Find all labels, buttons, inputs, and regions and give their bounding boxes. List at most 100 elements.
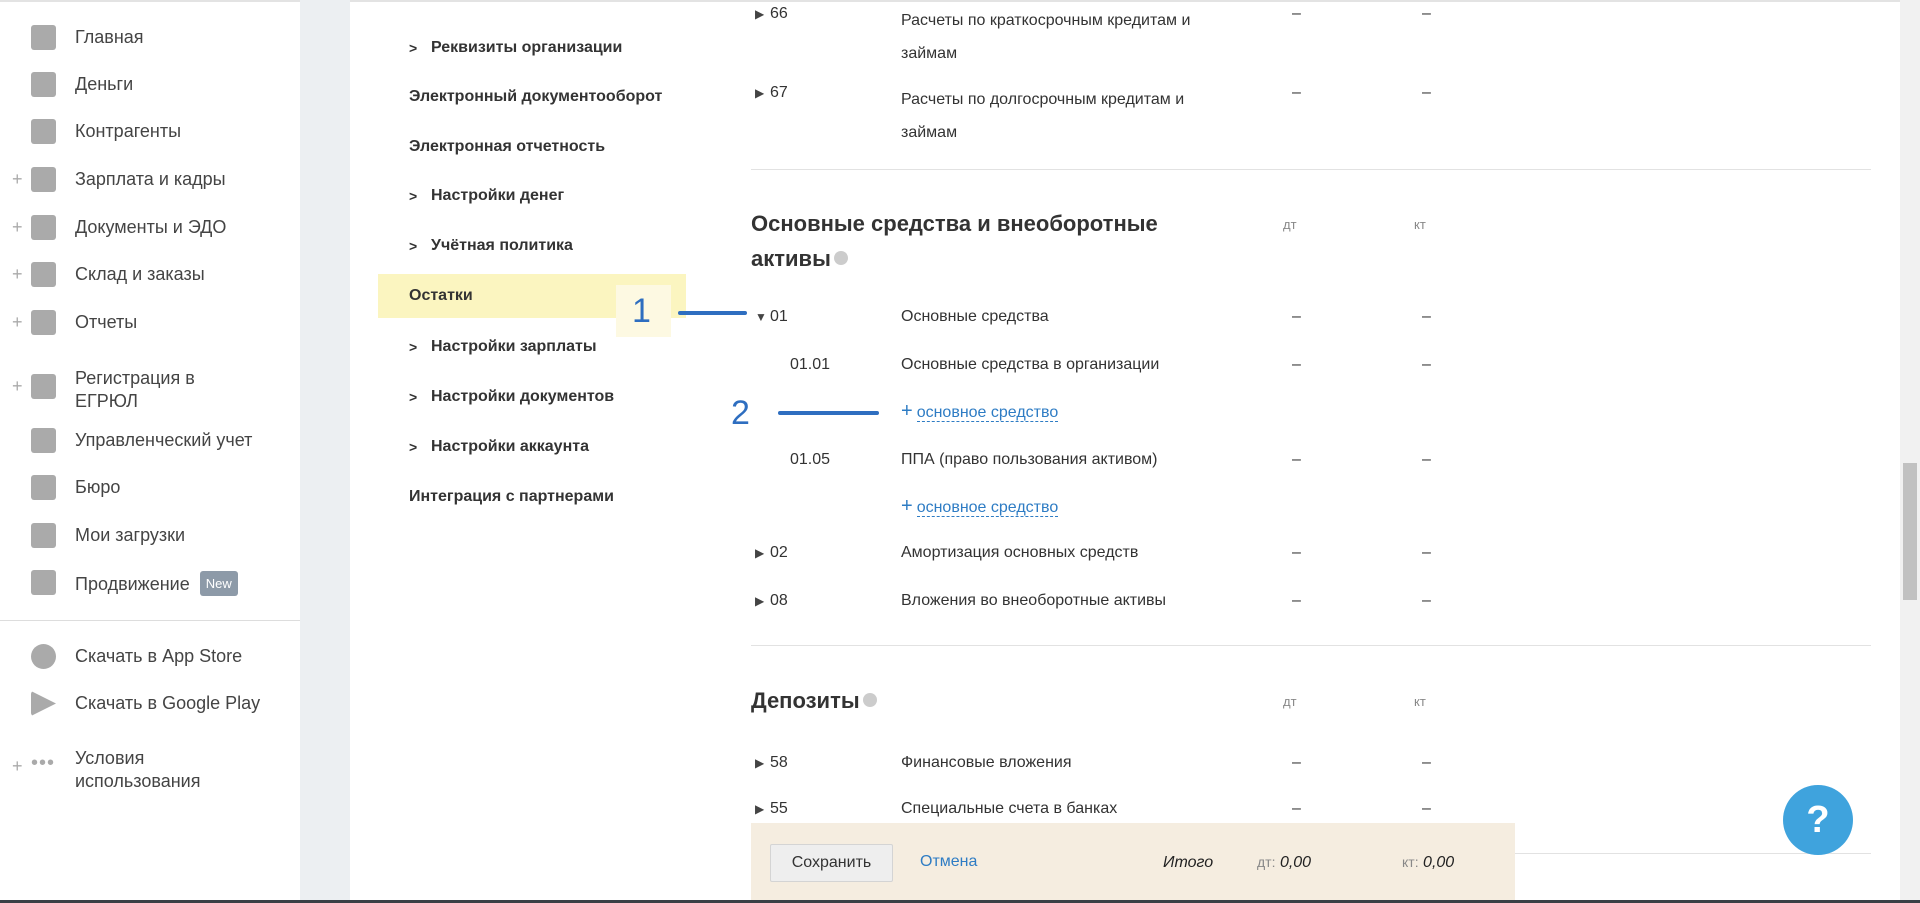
- account-name-cont: займам: [901, 45, 958, 62]
- account-row[interactable]: ▶ 66 Расчеты по краткосрочным кредитам и за…: [751, 4, 1871, 62]
- subaccount-row[interactable]: 01.01 Основные средства в организации – –: [751, 355, 1871, 379]
- nav-item-home[interactable]: Главная: [0, 17, 300, 57]
- report-icon: [31, 310, 56, 335]
- annotation-2: 2: [731, 394, 750, 432]
- expand-icon[interactable]: ▶: [755, 4, 764, 24]
- more-icon: •••: [31, 752, 56, 774]
- cancel-link[interactable]: Отмена: [920, 853, 977, 871]
- settings-item-requisites[interactable]: > Реквизиты организации: [409, 38, 622, 58]
- divider: [751, 169, 1871, 170]
- annotation-line-2: [778, 411, 879, 415]
- expand-icon[interactable]: ▶: [755, 83, 764, 103]
- plus-icon: +: [901, 495, 913, 517]
- plus-icon[interactable]: +: [12, 207, 23, 247]
- chevron-right-icon: >: [409, 238, 418, 254]
- chart-icon: [31, 570, 56, 595]
- add-fixed-asset-link[interactable]: + основное средство: [901, 400, 1059, 423]
- nav-item-contractors[interactable]: Контрагенты: [0, 111, 300, 151]
- expand-icon[interactable]: ▶: [755, 543, 764, 563]
- settings-item-edo[interactable]: Электронный документооборот: [409, 87, 662, 107]
- top-border: [0, 0, 1920, 2]
- nav-item-app-store[interactable]: Скачать в App Store: [0, 636, 300, 676]
- expand-icon[interactable]: ▶: [755, 799, 764, 819]
- settings-item-salary[interactable]: > Настройки зарплаты: [409, 337, 597, 357]
- column-dt: дт: [1283, 694, 1297, 709]
- account-row[interactable]: ▶ 08 Вложения во внеоборотные активы – –: [751, 591, 1871, 615]
- nav-item-warehouse[interactable]: + Склад и заказы: [0, 254, 300, 294]
- plus-icon[interactable]: +: [12, 366, 23, 406]
- account-row[interactable]: ▶ 67 Расчеты по долгосрочным кредитам и зай…: [751, 83, 1871, 141]
- info-icon[interactable]: [862, 693, 877, 707]
- google-play-icon: [31, 691, 56, 716]
- briefcase-icon: [31, 475, 56, 500]
- scrollbar-thumb[interactable]: [1903, 463, 1917, 600]
- nav-label: Продвижение: [75, 574, 190, 594]
- column-dt: дт: [1283, 217, 1297, 232]
- home-icon: [31, 25, 56, 50]
- chevron-right-icon: >: [409, 439, 418, 455]
- nav-item-money[interactable]: Деньги: [0, 64, 300, 104]
- subaccount-row[interactable]: 01.05 ППА (право пользования активом) – –: [751, 450, 1871, 474]
- annotation-1: 1: [632, 292, 651, 330]
- plus-icon[interactable]: +: [12, 302, 23, 342]
- info-icon[interactable]: [833, 251, 848, 265]
- account-name: Расчеты по краткосрочным кредитам и: [901, 12, 1191, 29]
- total-kt: кт: 0,00: [1402, 854, 1455, 871]
- registration-icon: [31, 374, 56, 399]
- plus-icon[interactable]: +: [12, 159, 23, 199]
- settings-item-balances[interactable]: Остатки: [409, 286, 473, 306]
- settings-item-account[interactable]: > Настройки аккаунта: [409, 437, 589, 457]
- section-title-deposits: Депозиты: [751, 683, 877, 718]
- folder-icon: [31, 215, 56, 240]
- nav-item-registration[interactable]: + Регистрация в ЕГРЮЛ: [0, 358, 300, 414]
- annotation-line-1: [678, 311, 747, 315]
- account-row[interactable]: ▶ 02 Амортизация основных средств – –: [751, 543, 1871, 567]
- divider: [751, 645, 1871, 646]
- nav-item-promotion[interactable]: Продвижение New: [0, 562, 300, 602]
- wallet-icon: [31, 167, 56, 192]
- chevron-right-icon: >: [409, 40, 418, 56]
- plus-icon[interactable]: +: [12, 254, 23, 294]
- contractor-icon: [31, 119, 56, 144]
- save-button[interactable]: Сохранить: [770, 844, 893, 882]
- chevron-right-icon: >: [409, 339, 418, 355]
- expand-icon[interactable]: ▶: [755, 591, 764, 611]
- help-button[interactable]: ?: [1783, 785, 1853, 855]
- expand-icon[interactable]: ▶: [755, 753, 764, 773]
- collapse-icon[interactable]: ▼: [755, 307, 767, 327]
- settings-item-money[interactable]: > Настройки денег: [409, 186, 564, 206]
- settings-item-documents[interactable]: > Настройки документов: [409, 387, 614, 407]
- nav-item-terms[interactable]: + ••• Условия использования: [0, 738, 300, 794]
- account-row[interactable]: ▼ 01 Основные средства – –: [751, 307, 1871, 331]
- column-kt: кт: [1414, 217, 1426, 232]
- nav-item-downloads[interactable]: Мои загрузки: [0, 515, 300, 555]
- account-row[interactable]: ▶ 55 Специальные счета в банках – –: [751, 799, 1871, 823]
- new-badge: New: [199, 571, 238, 596]
- nav-item-bureau[interactable]: Бюро: [0, 467, 300, 507]
- plus-icon[interactable]: +: [12, 746, 23, 786]
- settings-item-integration[interactable]: Интеграция с партнерами: [409, 487, 614, 507]
- settings-item-policy[interactable]: > Учётная политика: [409, 236, 573, 256]
- nav-item-reports[interactable]: + Отчеты: [0, 302, 300, 342]
- ruble-icon: [31, 428, 56, 453]
- nav-item-management[interactable]: Управленческий учет: [0, 420, 300, 460]
- cart-icon: [31, 262, 56, 287]
- apple-icon: [31, 644, 56, 669]
- nav-item-google-play[interactable]: Скачать в Google Play: [0, 683, 300, 723]
- account-name-cont: займам: [901, 124, 958, 141]
- account-name: Расчеты по долгосрочным кредитам и: [901, 91, 1185, 108]
- money-icon: [31, 72, 56, 97]
- add-fixed-asset-link[interactable]: + основное средство: [901, 495, 1059, 518]
- chevron-right-icon: >: [409, 389, 418, 405]
- total-dt: дт: 0,00: [1257, 854, 1312, 871]
- nav-item-salary[interactable]: + Зарплата и кадры: [0, 159, 300, 199]
- nav-item-documents[interactable]: + Документы и ЭДО: [0, 207, 300, 247]
- settings-item-reporting[interactable]: Электронная отчетность: [409, 137, 605, 157]
- column-kt: кт: [1414, 694, 1426, 709]
- plus-icon: +: [901, 400, 913, 422]
- folder-icon: [31, 523, 56, 548]
- scrollbar[interactable]: [1900, 0, 1920, 900]
- gutter: [300, 0, 350, 903]
- account-row[interactable]: ▶ 58 Финансовые вложения – –: [751, 753, 1871, 777]
- section-title-fixed-assets: Основные средства и внеоборотные активы: [751, 211, 1158, 271]
